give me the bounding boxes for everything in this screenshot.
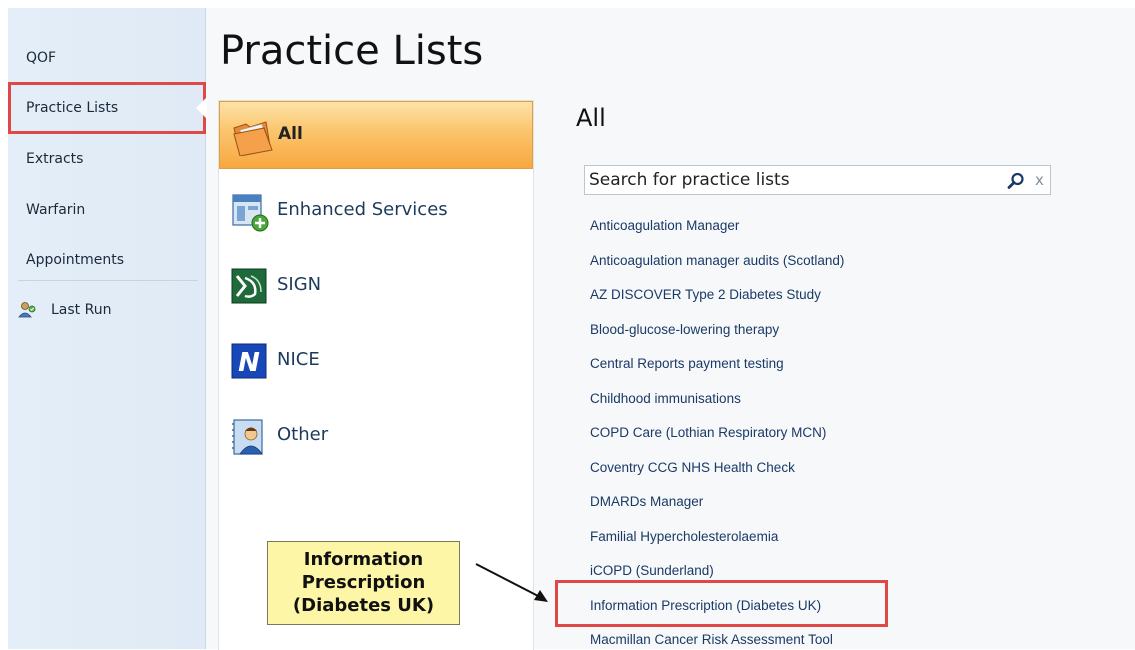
list-item[interactable]: Blood-glucose-lowering therapy xyxy=(590,320,779,340)
svg-text:N: N xyxy=(238,348,260,378)
folder-icon xyxy=(232,116,273,157)
nav-item-extracts[interactable]: Extracts xyxy=(26,144,83,174)
category-nice[interactable]: N NICE xyxy=(219,329,533,389)
search-box: x xyxy=(584,165,1051,195)
callout-arrow-icon xyxy=(470,558,554,612)
callout-line: Prescription xyxy=(301,572,426,593)
category-sign[interactable]: SIGN xyxy=(219,254,533,314)
nav-item-appointments[interactable]: Appointments xyxy=(26,245,124,275)
list-item[interactable]: Anticoagulation Manager xyxy=(590,216,739,236)
other-icon xyxy=(231,418,267,455)
page-title: Practice Lists xyxy=(220,28,484,74)
clear-search-button[interactable]: x xyxy=(1035,171,1044,189)
category-all-label: All xyxy=(278,124,303,144)
search-icon[interactable] xyxy=(1007,172,1025,194)
list-item[interactable]: iCOPD (Sunderland) xyxy=(590,561,714,581)
category-all[interactable]: All xyxy=(219,101,533,169)
last-run-icon xyxy=(18,301,38,323)
nav-divider xyxy=(18,280,198,281)
nav-item-last-run[interactable]: Last Run xyxy=(51,295,111,325)
list-item[interactable]: Central Reports payment testing xyxy=(590,354,784,374)
list-item[interactable]: COPD Care (Lothian Respiratory MCN) xyxy=(590,423,826,443)
list-item[interactable]: Anticoagulation manager audits (Scotland… xyxy=(590,251,844,271)
category-other-label: Other xyxy=(277,424,329,445)
nav-selection-highlight xyxy=(8,82,206,134)
list-item-highlight xyxy=(555,580,888,627)
nav-item-warfarin[interactable]: Warfarin xyxy=(26,195,85,225)
nav-item-qof[interactable]: QOF xyxy=(26,43,56,73)
list-item[interactable]: AZ DISCOVER Type 2 Diabetes Study xyxy=(590,285,821,305)
nice-icon: N xyxy=(231,343,267,379)
list-item[interactable]: Macmillan Cancer Risk Assessment Tool xyxy=(590,630,833,650)
list-item[interactable]: Coventry CCG NHS Health Check xyxy=(590,458,795,478)
nav-selected-notch xyxy=(196,97,207,119)
sign-icon xyxy=(231,268,267,304)
list-item[interactable]: DMARDs Manager xyxy=(590,492,703,512)
category-nice-label: NICE xyxy=(277,349,320,370)
category-other[interactable]: Other xyxy=(219,404,533,464)
enhanced-services-icon xyxy=(231,193,269,232)
callout-line: (Diabetes UK) xyxy=(292,595,435,616)
category-sign-label: SIGN xyxy=(277,274,322,295)
category-enhanced-services[interactable]: Enhanced Services xyxy=(219,179,533,239)
category-enhanced-services-label: Enhanced Services xyxy=(277,199,448,220)
list-item[interactable]: Childhood immunisations xyxy=(590,389,741,409)
list-item[interactable]: Familial Hypercholesterolaemia xyxy=(590,527,778,547)
search-input[interactable] xyxy=(587,168,989,192)
list-heading: All xyxy=(576,104,606,132)
callout-line: Information xyxy=(303,549,424,570)
callout-box: Information Prescription (Diabetes UK) xyxy=(267,541,460,625)
